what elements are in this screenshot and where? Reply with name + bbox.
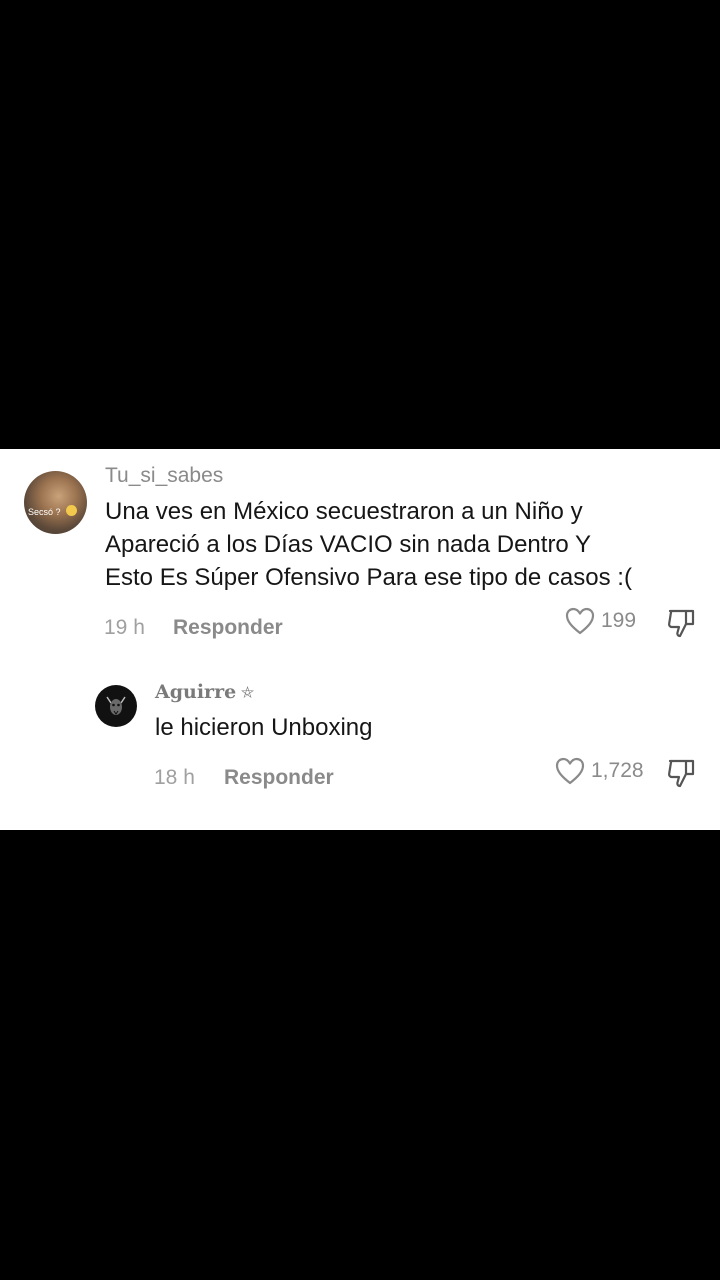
comment-like-count: 199: [601, 609, 637, 632]
comment-text: Una ves en México secuestraron a un Niño…: [105, 495, 705, 594]
reply-timestamp: 18 h: [154, 766, 195, 789]
reply-text: le hicieron Unboxing: [155, 714, 373, 741]
thumbs-down-icon: [668, 759, 695, 788]
reply-avatar[interactable]: [95, 685, 137, 727]
reply-like-button[interactable]: 1,728: [555, 757, 644, 785]
reply-reply-button[interactable]: Responder: [224, 766, 334, 790]
comment-dislike-button[interactable]: [666, 608, 696, 643]
comment-line: Esto Es Súper Ofensivo Para ese tipo de …: [105, 564, 632, 591]
reply-dislike-button[interactable]: [666, 758, 696, 793]
comment-line: Apareció a los Días VACIO sin nada Dentr…: [105, 531, 592, 558]
comment-panel: Secsó ? Tu_si_sabes Una ves en México se…: [0, 449, 720, 830]
pentagram-icon: ⛤: [241, 683, 254, 702]
heart-outline-icon: [555, 757, 585, 785]
smile-emoji-icon: [66, 505, 77, 516]
comment-reply-button[interactable]: Responder: [173, 616, 283, 640]
commenter-avatar[interactable]: Secsó ?: [24, 471, 87, 534]
reply-username[interactable]: Aguirre ⛤: [155, 681, 254, 703]
goat-skull-icon: [106, 696, 126, 715]
reply-username-text: Aguirre: [155, 681, 237, 703]
thumbs-down-icon: [668, 609, 695, 638]
reply-like-count: 1,728: [591, 759, 644, 782]
heart-outline-icon: [565, 607, 595, 635]
comment-line: Una ves en México secuestraron a un Niño…: [105, 498, 583, 525]
commenter-username[interactable]: Tu_si_sabes: [105, 464, 223, 488]
avatar-caption: Secsó ?: [28, 507, 61, 517]
comment-like-button[interactable]: 199: [565, 607, 636, 635]
comment-timestamp: 19 h: [104, 616, 145, 639]
